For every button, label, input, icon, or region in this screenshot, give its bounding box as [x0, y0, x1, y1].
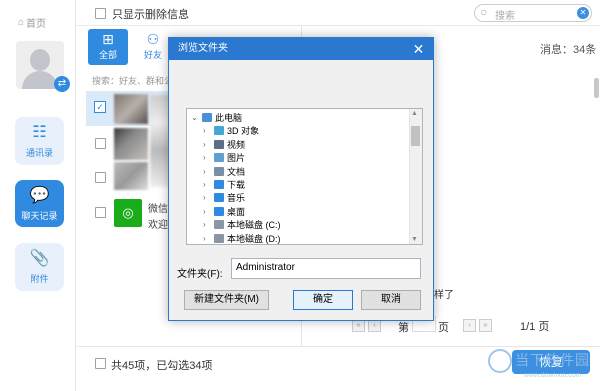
scrollbar[interactable]: [594, 78, 599, 98]
tab-label: 好友: [143, 50, 162, 60]
tree-item[interactable]: › 本地磁盘 (D:): [203, 232, 281, 244]
tree-item-label: 视频: [227, 139, 246, 150]
desktop-folder-icon: [214, 206, 224, 216]
select-all-checkbox[interactable]: [95, 358, 106, 369]
sidebar-item-attachments[interactable]: 📎 附件: [15, 243, 64, 291]
search-input[interactable]: [474, 4, 592, 22]
tree-item[interactable]: › 下载: [203, 178, 245, 191]
expand-arrow-icon[interactable]: ›: [203, 207, 211, 216]
person-icon: ⚇: [146, 31, 160, 47]
sidebar-item-label: 通讯录: [25, 148, 53, 158]
sidebar-item-contacts[interactable]: ☷ 通讯录: [15, 117, 64, 165]
grid-icon: ⊞: [102, 31, 114, 47]
page-label-after: 页: [438, 322, 449, 334]
message-count: 消息：34条: [540, 44, 597, 56]
tab-label: 全部: [98, 50, 117, 60]
tree-item-label: 本地磁盘 (C:): [227, 220, 281, 231]
selection-count: 共45项，已勾选34项: [111, 360, 213, 372]
expand-arrow-icon[interactable]: ⌄: [191, 113, 199, 122]
watermark-logo-icon: [488, 349, 512, 373]
tree-item-label: 下载: [227, 180, 246, 190]
paperclip-icon: 📎: [29, 250, 50, 267]
expand-arrow-icon[interactable]: ›: [203, 140, 211, 149]
tab-all[interactable]: ⊞ 全部: [88, 29, 128, 65]
tree-item[interactable]: › 本地磁盘 (C:): [203, 218, 281, 231]
folder-field[interactable]: Administrator: [231, 258, 421, 279]
last-page-button[interactable]: »: [479, 319, 492, 332]
contacts-icon: ☷: [32, 124, 47, 141]
search-placeholder: 搜索: [495, 11, 515, 22]
row-checkbox[interactable]: [95, 172, 106, 183]
tree-item-label: 音乐: [227, 193, 246, 204]
page-label-before: 第: [398, 322, 409, 334]
home-icon: ⌂: [18, 16, 25, 28]
scroll-up-icon[interactable]: ▲: [411, 110, 418, 117]
downloads-folder-icon: [214, 180, 224, 189]
sidebar-item-label: 附件: [30, 274, 49, 284]
page-total: 1/1 页: [520, 321, 550, 333]
tree-item-label: 文档: [227, 166, 246, 177]
home-label: 首页: [26, 18, 47, 30]
expand-arrow-icon[interactable]: ›: [203, 220, 211, 229]
row-checkbox[interactable]: [95, 207, 106, 218]
dialog-title: 浏览文件夹: [169, 38, 433, 60]
tree-item[interactable]: ⌄ 此电脑: [191, 111, 242, 124]
expand-arrow-icon[interactable]: ›: [203, 167, 211, 176]
show-deleted-label: 只显示删除信息: [112, 9, 189, 21]
music-folder-icon: [214, 193, 224, 203]
switch-account-icon[interactable]: ⇄: [54, 76, 70, 92]
pc-icon: [202, 113, 212, 122]
next-page-button[interactable]: ›: [463, 319, 476, 332]
tree-item-label: 本地磁盘 (D:): [227, 233, 281, 244]
row-checkbox[interactable]: ✓: [94, 101, 106, 113]
tree-item[interactable]: › 桌面: [203, 205, 245, 218]
scroll-down-icon[interactable]: ▼: [411, 236, 418, 243]
tree-item[interactable]: › 音乐: [203, 191, 245, 204]
tree-item[interactable]: › 3D 对象: [203, 124, 259, 137]
tab-friends[interactable]: ⚇ 好友: [137, 30, 169, 64]
drive-icon: [214, 233, 224, 243]
tree-item[interactable]: › 视频: [203, 138, 245, 151]
folder-tree[interactable]: ⌄ 此电脑 › 3D 对象 › 视频 › 图片 › 文档 › 下载 › 音乐 › 桌面 › 本地磁盘 (C:) › 本…: [186, 108, 423, 245]
contact-avatar: [114, 128, 148, 160]
close-icon[interactable]: ✕: [404, 38, 433, 60]
documents-folder-icon: [214, 166, 224, 176]
tree-item[interactable]: › 图片: [203, 151, 245, 164]
ok-button[interactable]: 确定: [293, 290, 353, 310]
show-deleted-checkbox[interactable]: [95, 8, 106, 19]
contact-avatar: [114, 162, 148, 190]
blurred-contact-names: [150, 95, 170, 187]
watermark-text: 当下软件园: [515, 352, 590, 368]
scroll-thumb[interactable]: [411, 126, 420, 146]
expand-arrow-icon[interactable]: ›: [203, 193, 211, 202]
cancel-button[interactable]: 取消: [361, 290, 421, 310]
search-icon: ○: [480, 5, 488, 19]
row-checkbox[interactable]: [95, 138, 106, 149]
contact-avatar: [114, 94, 148, 124]
new-folder-button[interactable]: 新建文件夹(M): [184, 290, 269, 310]
expand-arrow-icon[interactable]: ›: [203, 153, 211, 162]
folder-label: 文件夹(F):: [177, 269, 223, 280]
message-text: 样了: [434, 290, 454, 301]
tree-item-label: 此电脑: [215, 113, 243, 123]
drive-icon: [214, 220, 224, 230]
tree-item-label: 3D 对象: [227, 126, 260, 137]
watermark-url: www.downxia.com: [524, 372, 582, 379]
home-link[interactable]: ⌂ 首页: [18, 14, 58, 30]
chat-icon: 💬: [29, 187, 50, 204]
sidebar-item-label: 聊天记录: [21, 211, 58, 221]
clear-search-icon[interactable]: ✕: [577, 7, 589, 19]
sidebar-item-chat-history[interactable]: 💬 聊天记录: [15, 180, 64, 227]
tree-item-label: 图片: [227, 153, 246, 164]
expand-arrow-icon[interactable]: ›: [203, 126, 211, 135]
wechat-icon: ◎: [114, 199, 142, 227]
tree-item[interactable]: › 文档: [203, 165, 245, 178]
video-folder-icon: [214, 139, 224, 149]
tree-item-label: 桌面: [227, 206, 246, 217]
pictures-folder-icon: [214, 153, 224, 163]
3d-objects-icon: [214, 126, 224, 136]
expand-arrow-icon[interactable]: ›: [203, 180, 211, 189]
expand-arrow-icon[interactable]: ›: [203, 234, 211, 243]
